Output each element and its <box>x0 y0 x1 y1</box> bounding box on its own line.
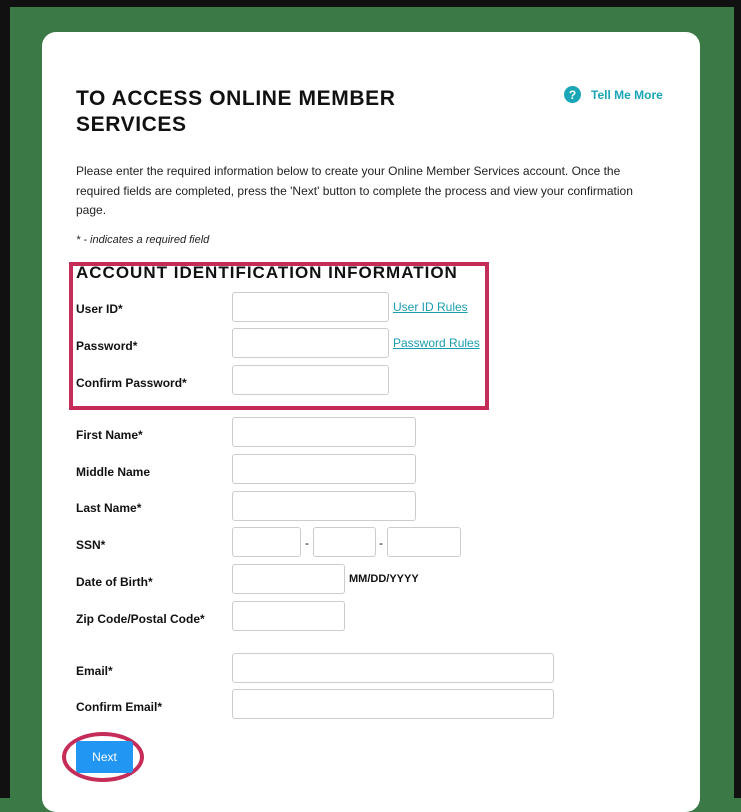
ssn-part1-input[interactable] <box>232 527 301 557</box>
email-label: Email* <box>76 664 113 678</box>
middle-name-input[interactable] <box>232 454 416 484</box>
intro-text: Please enter the required information be… <box>76 164 633 217</box>
tell-me-more-link[interactable]: ? Tell Me More <box>564 86 663 103</box>
dob-label: Date of Birth* <box>76 575 153 589</box>
ssn-part2-input[interactable] <box>313 527 376 557</box>
confirm-email-input[interactable] <box>232 689 554 719</box>
password-input[interactable] <box>232 328 389 358</box>
ssn-label: SSN* <box>76 538 106 552</box>
user-id-label: User ID* <box>76 302 123 316</box>
ssn-separator: - <box>379 536 383 550</box>
email-input[interactable] <box>232 653 554 683</box>
first-name-label: First Name* <box>76 428 143 442</box>
first-name-input[interactable] <box>232 417 416 447</box>
account-section-title: ACCOUNT IDENTIFICATION INFORMATION <box>76 263 458 282</box>
confirm-password-input[interactable] <box>232 365 389 395</box>
password-label: Password* <box>76 339 138 353</box>
ssn-part3-input[interactable] <box>387 527 461 557</box>
user-id-rules-link[interactable]: User ID Rules <box>393 300 468 314</box>
confirm-password-label: Confirm Password* <box>76 376 187 390</box>
zip-input[interactable] <box>232 601 345 631</box>
password-rules-link[interactable]: Password Rules <box>393 336 480 350</box>
middle-name-label: Middle Name <box>76 465 151 479</box>
required-field-note: * - indicates a required field <box>76 234 210 246</box>
dob-input[interactable] <box>232 564 345 594</box>
next-button[interactable]: Next <box>76 741 133 773</box>
user-id-input[interactable] <box>232 292 389 322</box>
page-title: TO ACCESS ONLINE MEMBER SERVICES <box>76 87 396 136</box>
dob-format-hint: MM/DD/YYYY <box>349 573 419 585</box>
last-name-label: Last Name* <box>76 501 142 515</box>
confirm-email-label: Confirm Email* <box>76 700 163 714</box>
ssn-separator: - <box>305 536 309 550</box>
question-circle-icon: ? <box>564 86 581 103</box>
zip-label: Zip Code/Postal Code* <box>76 612 205 626</box>
last-name-input[interactable] <box>232 491 416 521</box>
tell-me-more-label: Tell Me More <box>591 87 663 102</box>
